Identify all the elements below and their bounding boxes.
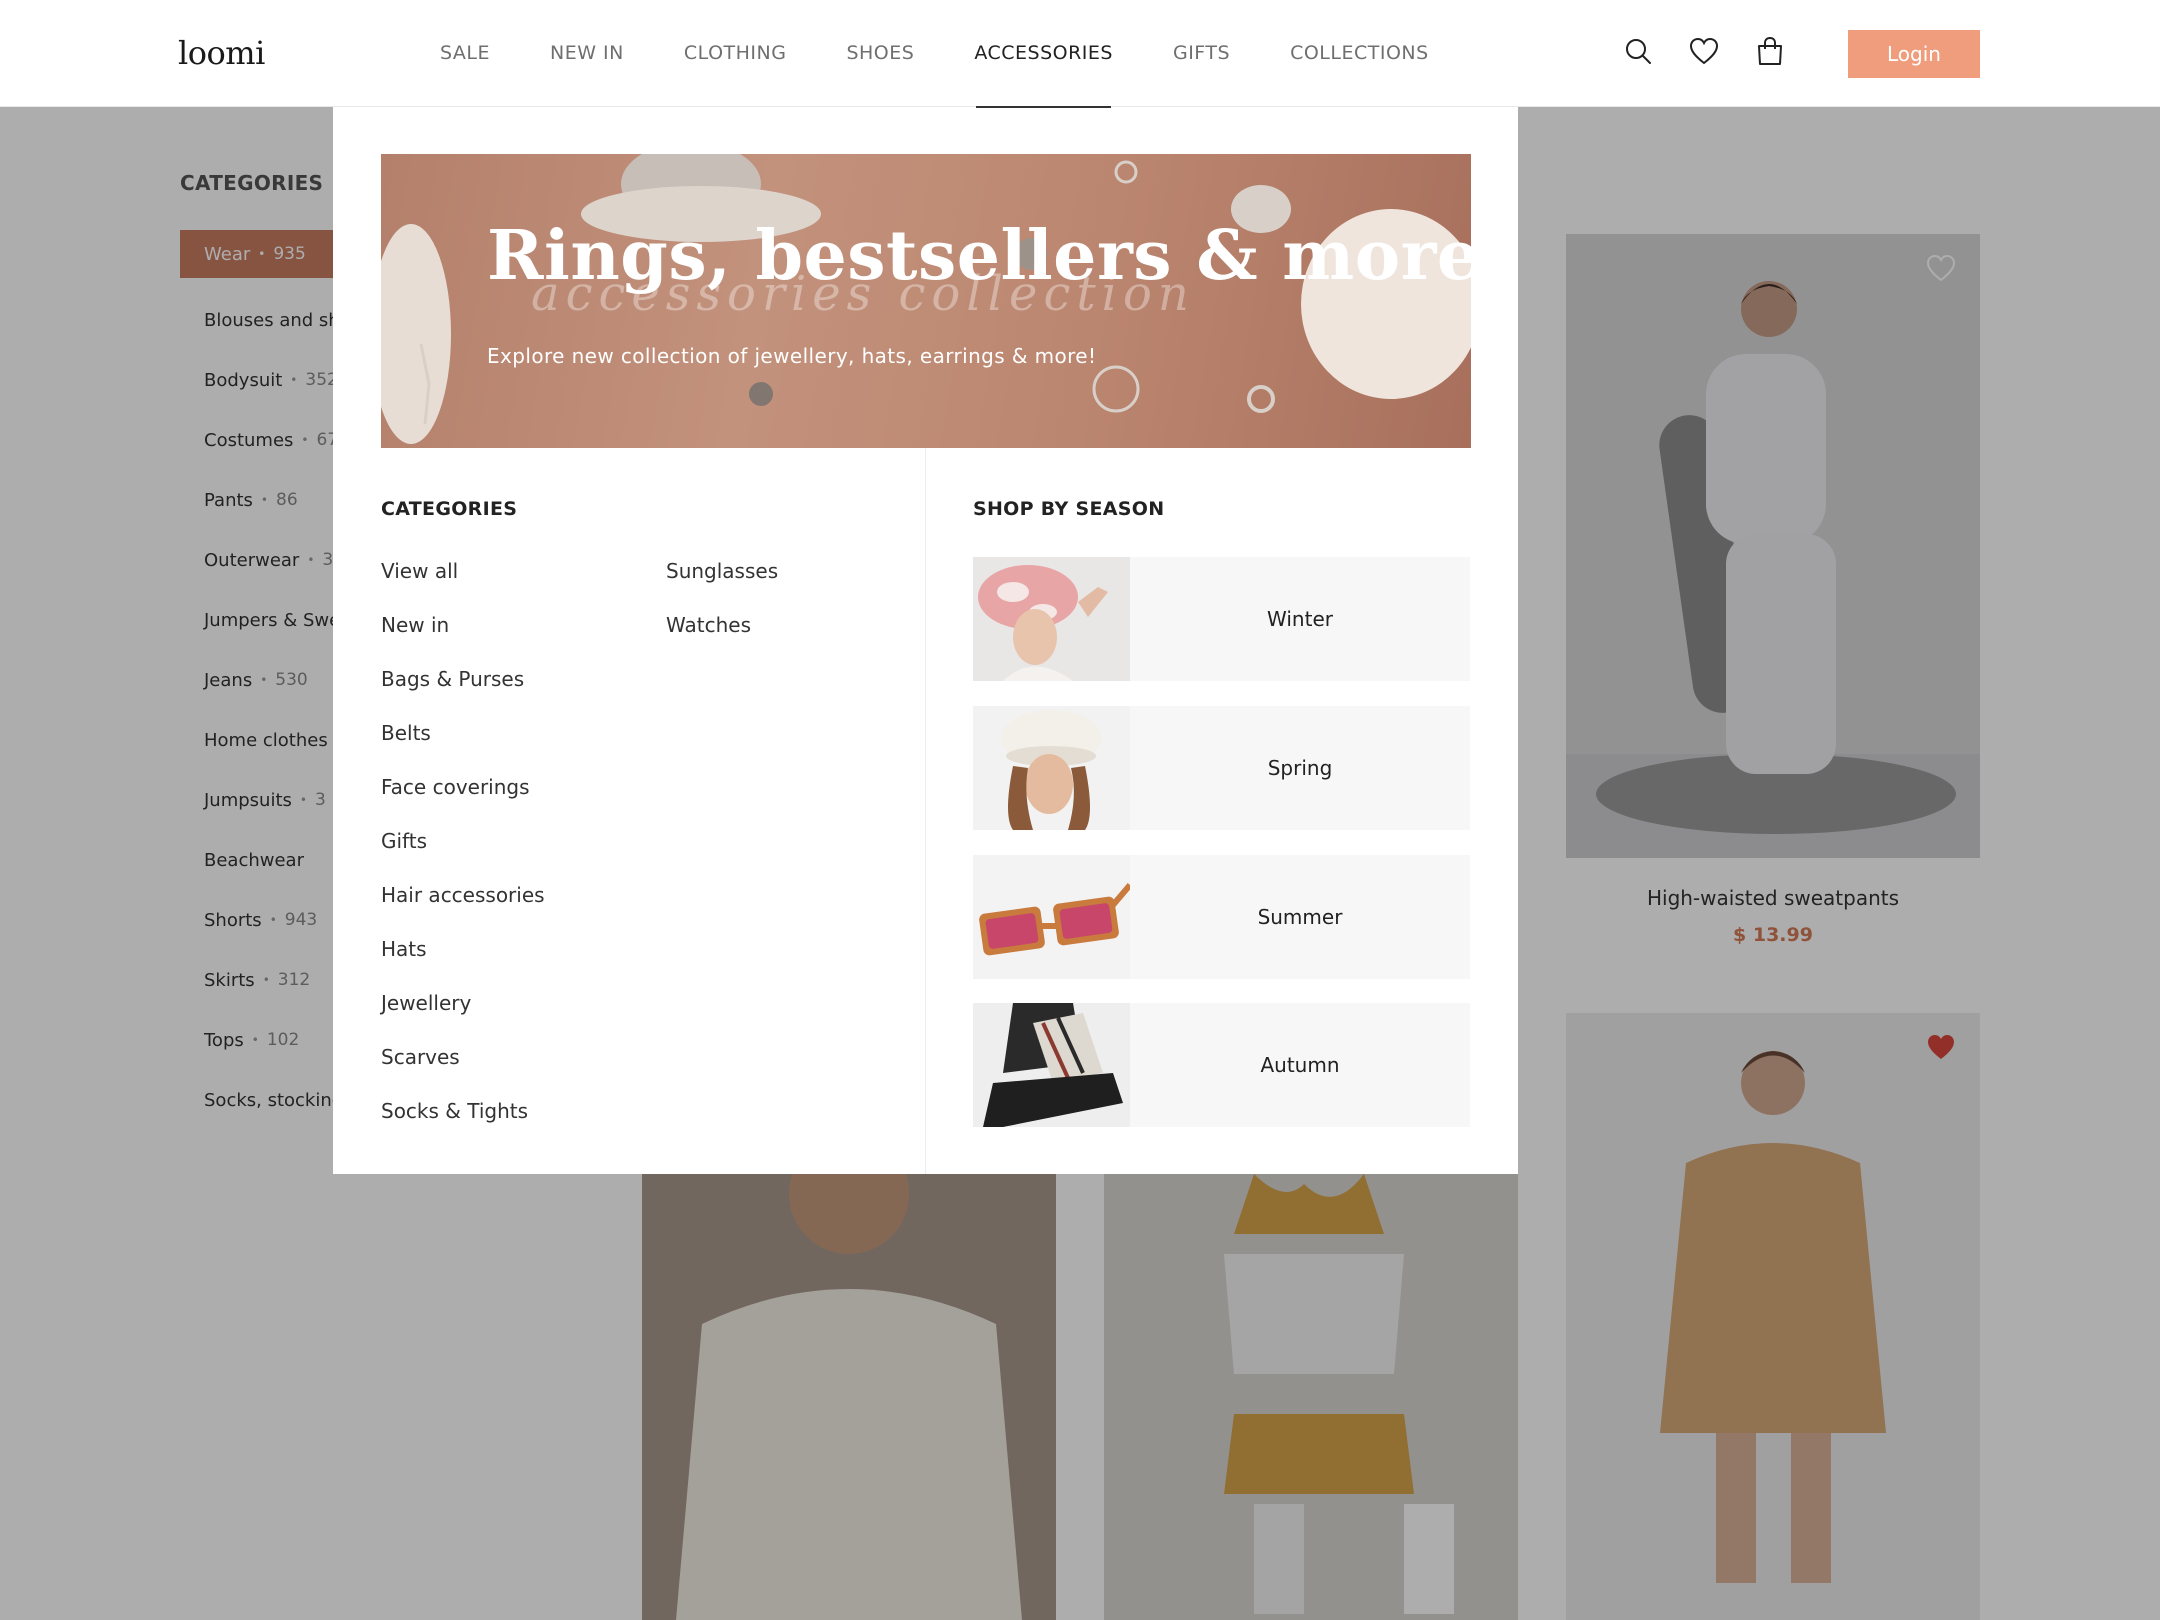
category-link[interactable]: Bags & Purses bbox=[381, 667, 524, 691]
season-card-winter[interactable]: Winter bbox=[973, 557, 1470, 681]
nav-shoes[interactable]: SHOES bbox=[816, 0, 944, 107]
column-divider bbox=[925, 448, 926, 1174]
season-card-autumn[interactable]: Autumn bbox=[973, 1003, 1470, 1127]
promo-banner[interactable]: accessories collection Rings, bestseller… bbox=[381, 154, 1471, 448]
header-icons bbox=[1620, 33, 1788, 69]
category-link[interactable]: Jewellery bbox=[381, 991, 471, 1015]
category-link[interactable]: Hats bbox=[381, 937, 427, 961]
season-card-summer[interactable]: Summer bbox=[973, 855, 1470, 979]
heart-icon[interactable] bbox=[1686, 33, 1722, 69]
nav-clothing[interactable]: CLOTHING bbox=[654, 0, 817, 107]
nav-new-in[interactable]: NEW IN bbox=[520, 0, 654, 107]
accessories-mega-menu: accessories collection Rings, bestseller… bbox=[333, 107, 1518, 1174]
season-heading: SHOP BY SEASON bbox=[973, 498, 1165, 520]
category-link[interactable]: Gifts bbox=[381, 829, 427, 853]
logo[interactable]: loomi bbox=[178, 34, 265, 72]
banner-title: Rings, bestsellers & more bbox=[487, 216, 1471, 296]
category-link[interactable]: Hair accessories bbox=[381, 883, 545, 907]
season-thumbnail bbox=[973, 1003, 1130, 1127]
category-link[interactable]: View all bbox=[381, 559, 458, 583]
category-link[interactable]: Belts bbox=[381, 721, 431, 745]
category-link[interactable]: Watches bbox=[666, 613, 751, 637]
season-label: Winter bbox=[1267, 607, 1333, 631]
category-link[interactable]: Scarves bbox=[381, 1045, 460, 1069]
banner-subtitle: Explore new collection of jewellery, hat… bbox=[487, 344, 1097, 368]
nav-collections[interactable]: COLLECTIONS bbox=[1260, 0, 1459, 107]
season-thumbnail bbox=[973, 855, 1130, 979]
category-link[interactable]: New in bbox=[381, 613, 449, 637]
nav-sale[interactable]: SALE bbox=[410, 0, 520, 107]
login-button[interactable]: Login bbox=[1848, 30, 1980, 78]
season-label: Spring bbox=[1267, 756, 1333, 780]
season-thumbnail bbox=[973, 557, 1130, 681]
category-link[interactable]: Socks & Tights bbox=[381, 1099, 528, 1123]
search-icon[interactable] bbox=[1620, 33, 1656, 69]
season-thumbnail bbox=[973, 706, 1130, 830]
bag-icon[interactable] bbox=[1752, 33, 1788, 69]
season-card-spring[interactable]: Spring bbox=[973, 706, 1470, 830]
nav-accessories[interactable]: ACCESSORIES bbox=[944, 0, 1143, 108]
site-header: loomi SALE NEW IN CLOTHING SHOES ACCESSO… bbox=[0, 0, 2160, 108]
categories-heading: CATEGORIES bbox=[381, 498, 518, 520]
season-label: Summer bbox=[1257, 905, 1343, 929]
nav-gifts[interactable]: GIFTS bbox=[1143, 0, 1260, 107]
category-link[interactable]: Face coverings bbox=[381, 775, 530, 799]
category-link[interactable]: Sunglasses bbox=[666, 559, 778, 583]
season-label: Autumn bbox=[1260, 1053, 1340, 1077]
main-nav: SALE NEW IN CLOTHING SHOES ACCESSORIES G… bbox=[410, 0, 1459, 108]
